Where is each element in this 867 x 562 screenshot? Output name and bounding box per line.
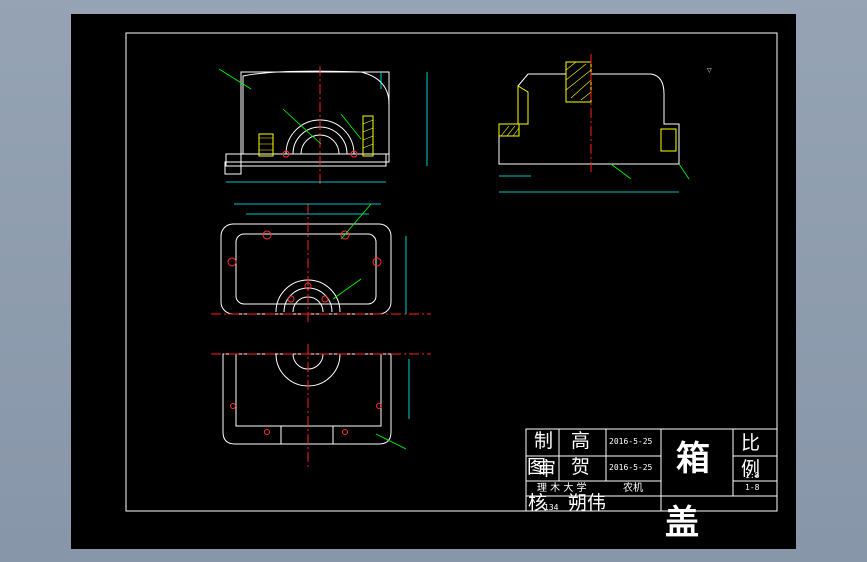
roughness-symbol: ▽ <box>707 67 712 74</box>
tb-sheet-value: 1-8 <box>745 483 760 492</box>
tb-check-name: 朔伟 <box>568 492 607 514</box>
tb-review-name: 贺 <box>571 456 591 478</box>
tb-drawn-date: 2016-5-25 <box>609 437 653 446</box>
tb-scale-label-1: 比 <box>741 432 761 454</box>
tb-review-label: 审 <box>537 458 557 480</box>
tb-check-num: 134 <box>544 503 559 512</box>
drawing-sheet[interactable]: ▽ 制 高 2016-5-25 图 审 贺 2016-5-25 理 木 大 学 … <box>71 14 796 549</box>
tb-drawn-name: 高 <box>571 430 591 452</box>
cad-viewport[interactable]: ▽ 制 高 2016-5-25 图 审 贺 2016-5-25 理 木 大 学 … <box>0 0 867 562</box>
tb-drawn-label: 制 <box>534 430 554 452</box>
tb-part-name-2: 盖 <box>665 503 699 543</box>
tb-part-name-1: 箱 <box>676 439 710 479</box>
tb-dept: 农机 <box>623 483 643 494</box>
tb-scale-value: 1:8 <box>745 471 760 480</box>
tb-review-date: 2016-5-25 <box>609 463 653 472</box>
